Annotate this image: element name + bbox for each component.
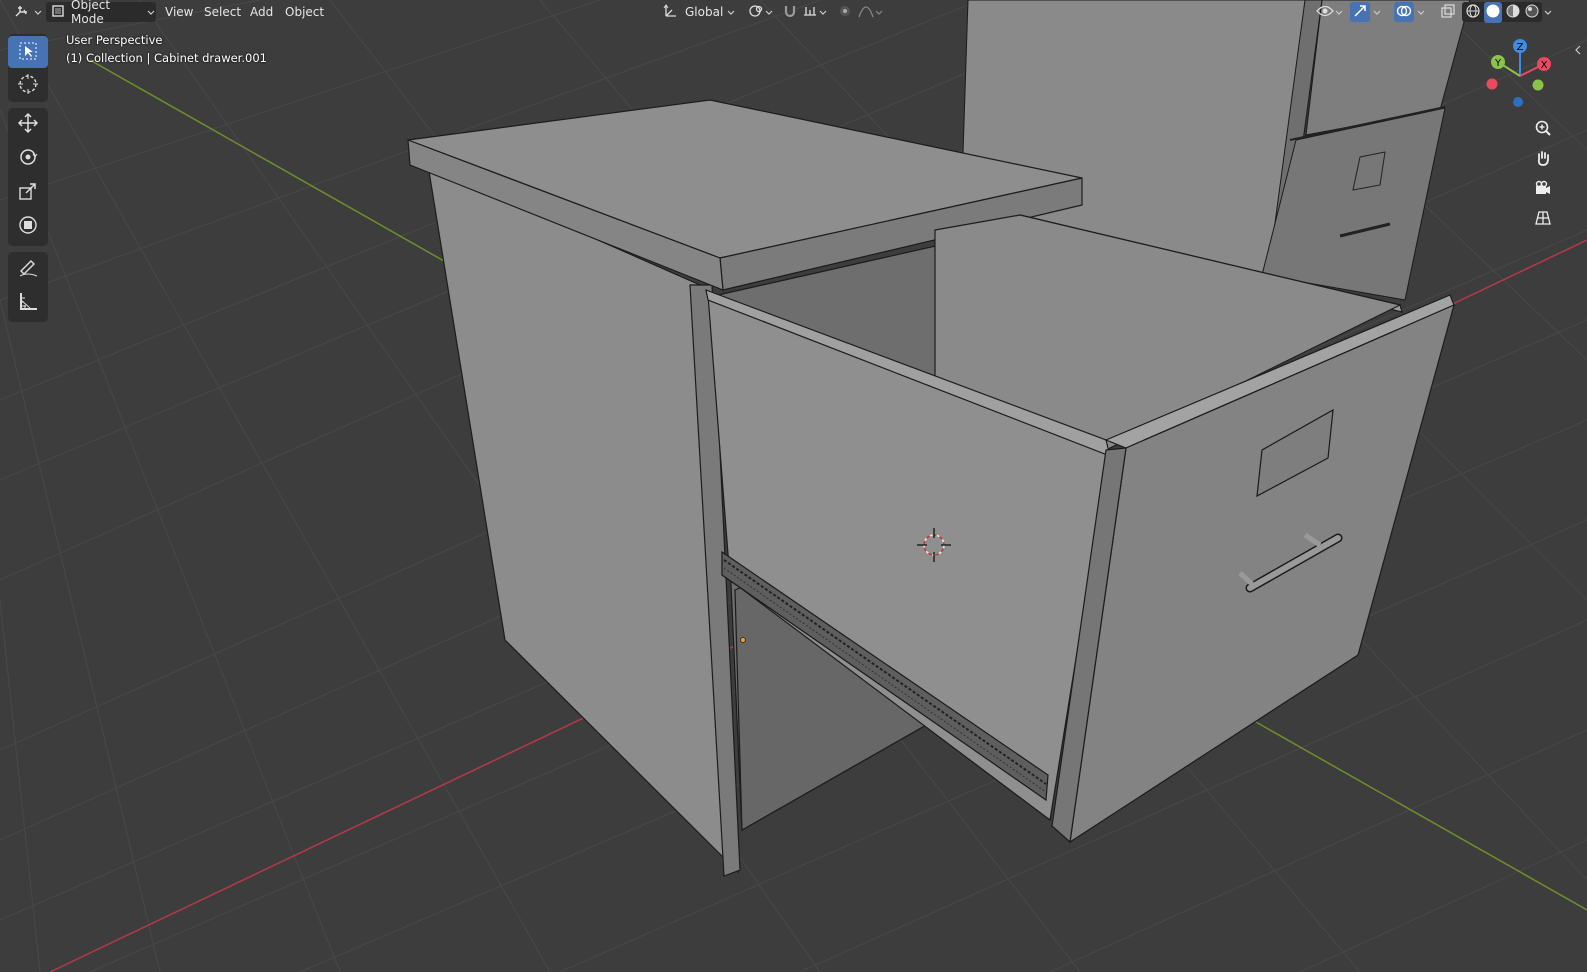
pivot-icon xyxy=(748,3,764,22)
material-shading-icon[interactable] xyxy=(1505,3,1521,22)
shading-mode-group xyxy=(1462,1,1542,23)
viewport-header: Object Mode View Select Add Object Globa… xyxy=(0,0,1587,55)
proportional-edit-toggle[interactable] xyxy=(836,2,854,22)
measure-tool[interactable] xyxy=(8,286,48,318)
neg-z-handle xyxy=(1513,97,1523,107)
view-name: User Perspective xyxy=(66,33,163,47)
neg-x-handle xyxy=(1486,78,1498,90)
menu-select[interactable]: Select xyxy=(199,2,246,22)
chevron-down-icon xyxy=(34,7,42,17)
select-box-icon xyxy=(18,41,38,64)
solid-shading-icon[interactable] xyxy=(1484,1,1502,23)
mode-label: Object Mode xyxy=(71,0,111,26)
annotate-tool[interactable] xyxy=(8,252,48,284)
chevron-down-icon xyxy=(765,7,774,17)
proportional-falloff-selector[interactable] xyxy=(856,2,886,22)
snap-target-selector[interactable] xyxy=(800,2,830,22)
visibility-selector[interactable] xyxy=(1314,2,1346,22)
chevron-down-icon xyxy=(147,7,156,17)
navigation-gizmo[interactable]: Z X Y xyxy=(1478,34,1562,118)
move-tool[interactable] xyxy=(8,108,48,140)
proportional-edit-icon xyxy=(838,4,852,21)
chevron-down-icon xyxy=(1335,7,1345,17)
falloff-curve-icon xyxy=(858,3,874,22)
zoom-button[interactable] xyxy=(1530,116,1556,142)
overlay-toggle[interactable] xyxy=(1394,2,1414,22)
snap-increment-icon xyxy=(802,3,818,22)
gizmo-icon xyxy=(1352,3,1368,22)
cursor-icon xyxy=(17,73,39,98)
rotate-tool[interactable] xyxy=(8,142,48,174)
collection-info: (1) Collection | Cabinet drawer.001 xyxy=(66,51,267,65)
sidebar-toggle-arrow[interactable] xyxy=(1574,40,1586,60)
pan-button[interactable] xyxy=(1530,146,1556,172)
transform-orientation-selector[interactable]: Global xyxy=(660,2,740,22)
camera-icon xyxy=(1534,179,1552,200)
select-box-tool[interactable] xyxy=(8,36,48,68)
ortho-grid-icon xyxy=(1534,209,1552,230)
rendered-shading-icon[interactable] xyxy=(1524,3,1540,22)
scale-tool[interactable] xyxy=(8,176,48,208)
chevron-down-icon xyxy=(875,7,885,17)
orientation-label: Global xyxy=(685,5,724,19)
3d-viewport[interactable]: User Perspective (1) Collection | Cabine… xyxy=(0,0,1587,972)
chevron-down-icon xyxy=(1417,7,1427,17)
view3d-editor-icon xyxy=(14,4,30,21)
orientation-icon xyxy=(663,3,679,22)
object-mode-icon xyxy=(51,4,65,21)
zoom-icon xyxy=(1534,119,1552,140)
chevron-down-icon xyxy=(819,7,829,17)
wireframe-shading-icon[interactable] xyxy=(1465,3,1481,22)
scale-icon xyxy=(17,180,39,205)
menu-object[interactable]: Object xyxy=(280,2,329,22)
chevron-down-icon xyxy=(1373,7,1383,17)
shading-options-dropdown[interactable] xyxy=(1542,2,1558,22)
menu-view[interactable]: View xyxy=(160,2,198,22)
chevron-down-icon xyxy=(1544,7,1554,17)
gizmo-options-dropdown[interactable] xyxy=(1370,2,1388,22)
mode-selector[interactable]: Object Mode xyxy=(46,0,156,26)
measure-ruler-icon xyxy=(17,290,39,315)
snap-magnet-icon xyxy=(782,3,798,22)
pan-hand-icon xyxy=(1534,149,1552,170)
scene-canvas[interactable] xyxy=(0,0,1587,972)
z-axis-label: Z xyxy=(1517,42,1524,53)
camera-view-button[interactable] xyxy=(1530,176,1556,202)
chevron-down-icon xyxy=(727,7,737,17)
xray-toggle[interactable] xyxy=(1438,2,1458,22)
object-origin xyxy=(740,637,746,643)
rotate-icon xyxy=(17,146,39,171)
overlay-options-dropdown[interactable] xyxy=(1414,2,1432,22)
cursor-tool[interactable] xyxy=(8,69,48,101)
pivot-point-selector[interactable] xyxy=(746,2,774,22)
overlay-icon xyxy=(1396,3,1412,22)
transform-tool[interactable] xyxy=(8,210,48,242)
transform-icon xyxy=(17,214,39,239)
y-axis-label: Y xyxy=(1494,58,1502,69)
menu-add[interactable]: Add xyxy=(245,2,278,22)
editor-type-button[interactable] xyxy=(8,2,42,22)
snap-toggle[interactable] xyxy=(780,2,800,22)
gizmo-toggle[interactable] xyxy=(1350,2,1370,22)
x-axis-label: X xyxy=(1541,60,1548,71)
ortho-toggle-button[interactable] xyxy=(1530,206,1556,232)
xray-icon xyxy=(1440,3,1456,22)
annotate-pencil-icon xyxy=(17,256,39,281)
move-icon xyxy=(17,112,39,137)
eye-icon xyxy=(1316,4,1334,21)
neg-y-handle xyxy=(1532,79,1544,91)
